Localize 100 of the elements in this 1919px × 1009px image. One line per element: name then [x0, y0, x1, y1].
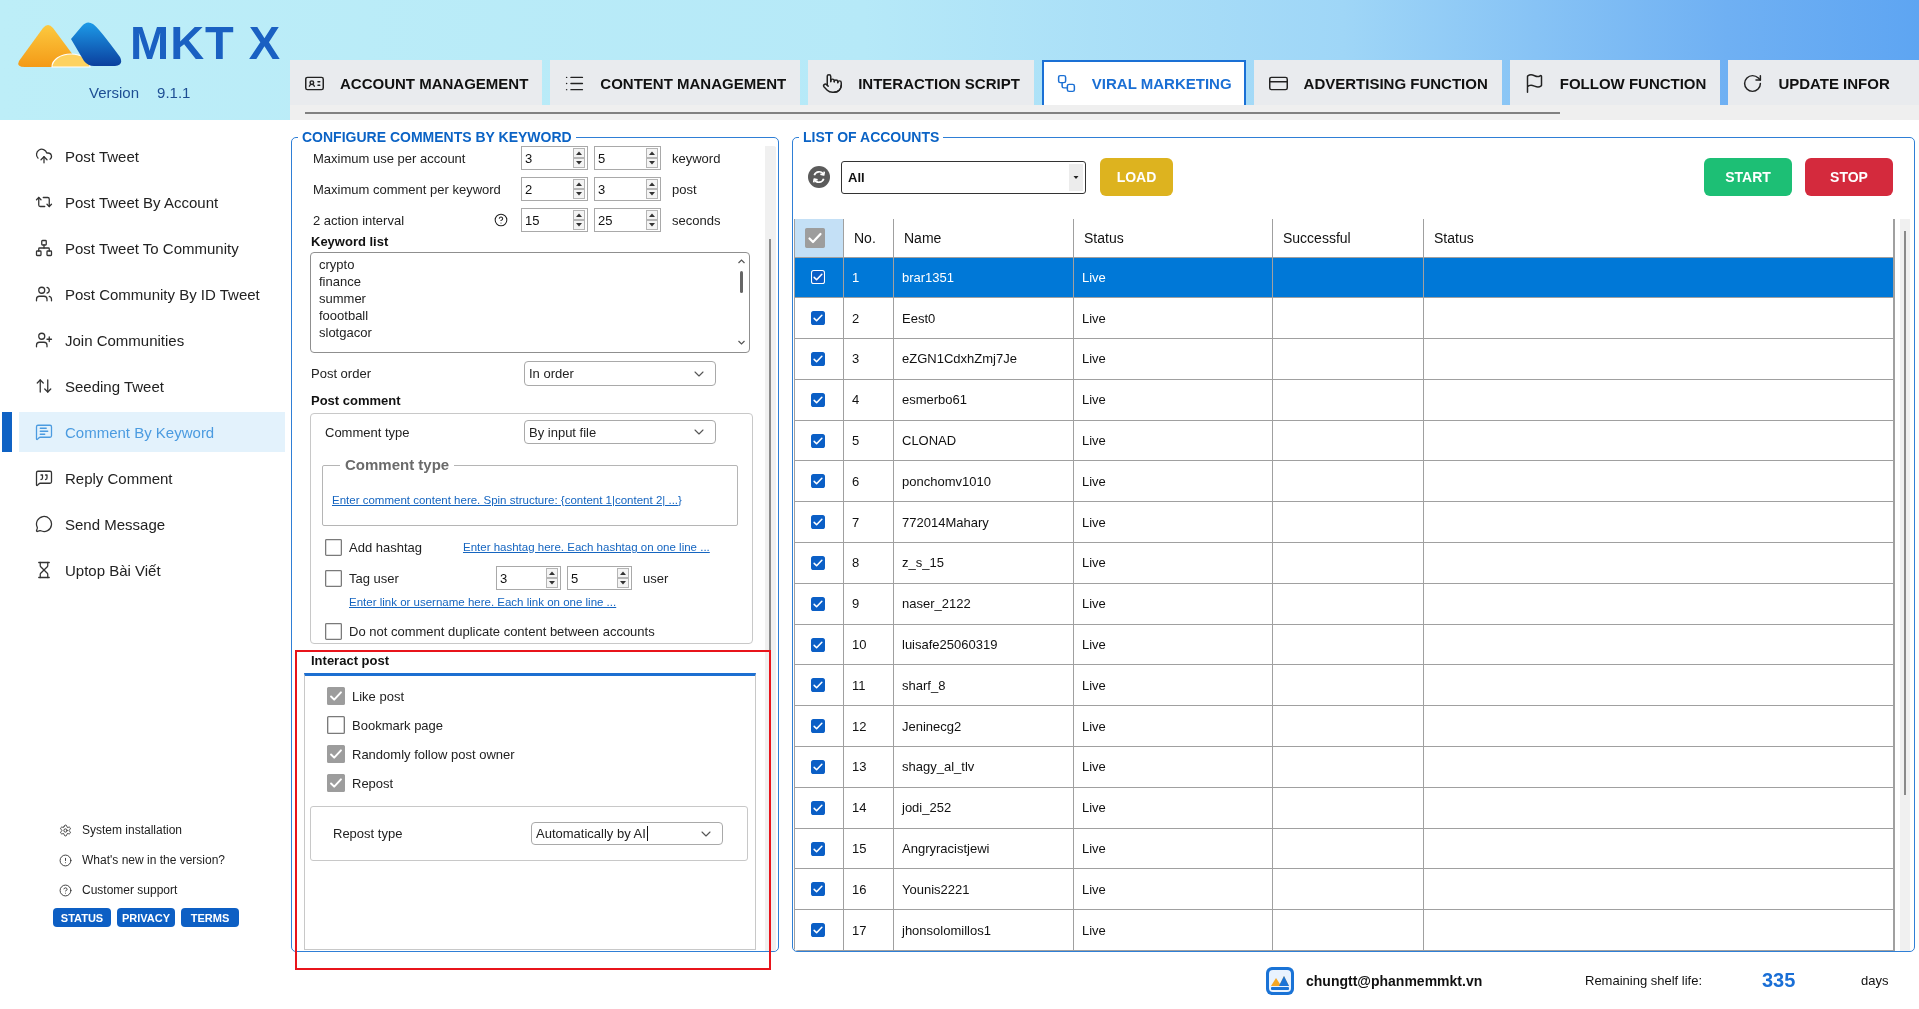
checkbox[interactable]: [811, 311, 825, 326]
stepper-icon[interactable]: [646, 179, 658, 199]
number-field[interactable]: 3: [521, 146, 588, 170]
column-header[interactable]: Status: [1423, 219, 1894, 257]
keyword-list-field[interactable]: crypto finance summer foootball slotgacor: [310, 252, 750, 353]
column-header[interactable]: Status: [1073, 219, 1273, 257]
nav-tab[interactable]: ADVERTISING FUNCTION: [1253, 60, 1502, 105]
sidebar-link[interactable]: System installation: [59, 821, 290, 839]
scrollbar[interactable]: [765, 146, 776, 951]
stepper-icon[interactable]: [646, 148, 658, 168]
table-row[interactable]: 5 CLONAD Live: [794, 420, 1894, 461]
stepper-icon[interactable]: [573, 179, 585, 199]
nav-tab[interactable]: UPDATE INFOR: [1728, 60, 1919, 105]
checkbox[interactable]: [327, 774, 345, 792]
nav-tab[interactable]: FOLLOW FUNCTION: [1509, 60, 1721, 105]
stepper-icon[interactable]: [546, 568, 558, 588]
hint-link[interactable]: Enter comment content here. Spin structure: {content 1|content 2| ...}: [332, 494, 682, 506]
checkbox[interactable]: [327, 716, 345, 734]
table-cell: jhonsolomillos1: [893, 909, 1074, 951]
sidebar-button[interactable]: TERMS: [181, 908, 239, 927]
column-header[interactable]: Successful: [1272, 219, 1424, 257]
number-field[interactable]: 15: [521, 208, 588, 232]
table-row[interactable]: 7 772014Mahary Live: [794, 501, 1894, 543]
checkbox[interactable]: [327, 687, 345, 705]
table-row[interactable]: 9 naser_2122 Live: [794, 583, 1894, 625]
checkbox[interactable]: [811, 800, 825, 815]
checkbox[interactable]: [811, 433, 825, 448]
sidebar-item[interactable]: Send Message: [2, 504, 285, 544]
checkbox[interactable]: [811, 719, 825, 734]
checkbox[interactable]: [811, 596, 825, 611]
nav-tab[interactable]: VIRAL MARKETING: [1041, 60, 1246, 105]
sidebar-item[interactable]: Post Tweet By Account: [2, 182, 285, 222]
number-field[interactable]: 5: [567, 566, 632, 590]
checkbox[interactable]: [325, 538, 342, 556]
sidebar-button[interactable]: STATUS: [53, 908, 111, 927]
table-row[interactable]: 4 esmerbo61 Live: [794, 379, 1894, 421]
sidebar-item[interactable]: Post Tweet To Community: [2, 228, 285, 268]
table-row[interactable]: 2 Eest0 Live: [794, 297, 1894, 339]
nav-tab[interactable]: ACCOUNT MANAGEMENT: [290, 60, 543, 105]
hint-link[interactable]: Enter link or username here. Each link on one line ...: [349, 596, 617, 608]
table-row[interactable]: 10 luisafe25060319 Live: [794, 624, 1894, 665]
checkbox[interactable]: [327, 745, 345, 763]
checkbox[interactable]: [811, 923, 825, 938]
sidebar-item[interactable]: Post Tweet: [2, 136, 285, 176]
checkbox[interactable]: [811, 841, 825, 856]
number-field[interactable]: 3: [594, 177, 661, 201]
sidebar-button[interactable]: PRIVACY: [117, 908, 175, 927]
checkbox[interactable]: [325, 569, 342, 587]
table-row[interactable]: 15 Angryracistjewi Live: [794, 828, 1894, 869]
table-row[interactable]: 11 sharf_8 Live: [794, 664, 1894, 706]
stepper-icon[interactable]: [646, 210, 658, 230]
column-header[interactable]: No.: [843, 219, 894, 257]
sidebar-link[interactable]: What's new in the version?: [59, 851, 290, 869]
checkbox[interactable]: [811, 637, 825, 652]
table-row[interactable]: 16 Younis2221 Live: [794, 868, 1894, 910]
stepper-icon[interactable]: [573, 210, 585, 230]
scrollbar[interactable]: [736, 256, 747, 348]
refresh-icon[interactable]: [808, 166, 830, 188]
number-field[interactable]: 2: [521, 177, 588, 201]
table-row[interactable]: 13 shagy_al_tlv Live: [794, 746, 1894, 788]
number-field[interactable]: 5: [594, 146, 661, 170]
stepper-icon[interactable]: [573, 148, 585, 168]
checkbox[interactable]: [811, 515, 825, 530]
checkbox[interactable]: [811, 352, 825, 366]
nav-tab[interactable]: CONTENT MANAGEMENT: [550, 60, 801, 105]
checkbox[interactable]: [805, 227, 825, 248]
sidebar-item[interactable]: Uptop Bài Viết: [2, 550, 285, 590]
field-label: Post order: [311, 366, 372, 381]
sidebar-item[interactable]: Seeding Tweet: [2, 366, 285, 406]
scrollbar[interactable]: [1900, 219, 1910, 951]
checkbox[interactable]: [325, 622, 342, 640]
checkbox[interactable]: [811, 474, 825, 489]
sidebar-item[interactable]: Reply Comment: [2, 458, 285, 498]
help-icon[interactable]: [494, 213, 508, 227]
checkbox[interactable]: [811, 555, 825, 570]
number-field[interactable]: 25: [594, 208, 661, 232]
table-row[interactable]: 3 eZGN1CdxhZmj7Je Live: [794, 338, 1894, 380]
dropdown[interactable]: By input file: [524, 420, 716, 444]
dropdown[interactable]: Automatically by AI: [531, 822, 723, 845]
checkbox[interactable]: [811, 882, 825, 897]
hint-link[interactable]: Enter hashtag here. Each hashtag on one line ...: [463, 541, 710, 553]
table-row[interactable]: 17 jhonsolomillos1 Live: [794, 909, 1894, 951]
number-field[interactable]: 3: [496, 566, 561, 590]
dropdown[interactable]: In order: [524, 361, 716, 386]
table-row[interactable]: 1 brar1351 Live: [794, 257, 1894, 298]
table-row[interactable]: 8 z_s_15 Live: [794, 542, 1894, 584]
table-row[interactable]: 6 ponchomv1010 Live: [794, 461, 1894, 502]
checkbox[interactable]: [811, 678, 825, 693]
sidebar-link[interactable]: Customer support: [59, 881, 290, 899]
checkbox[interactable]: [811, 392, 825, 407]
table-row[interactable]: 12 Jeninecg2 Live: [794, 705, 1894, 747]
sidebar-item[interactable]: Post Community By ID Tweet: [2, 274, 285, 314]
column-header[interactable]: Name: [893, 219, 1074, 257]
checkbox[interactable]: [811, 759, 825, 774]
sidebar-item[interactable]: Join Communities: [2, 320, 285, 360]
stop-button[interactable]: STOP: [1805, 158, 1893, 196]
nav-tab[interactable]: INTERACTION SCRIPT: [808, 60, 1034, 105]
stepper-icon[interactable]: [617, 568, 629, 588]
filter-dropdown[interactable]: All: [841, 160, 1086, 194]
table-row[interactable]: 14 jodi_252 Live: [794, 787, 1894, 829]
